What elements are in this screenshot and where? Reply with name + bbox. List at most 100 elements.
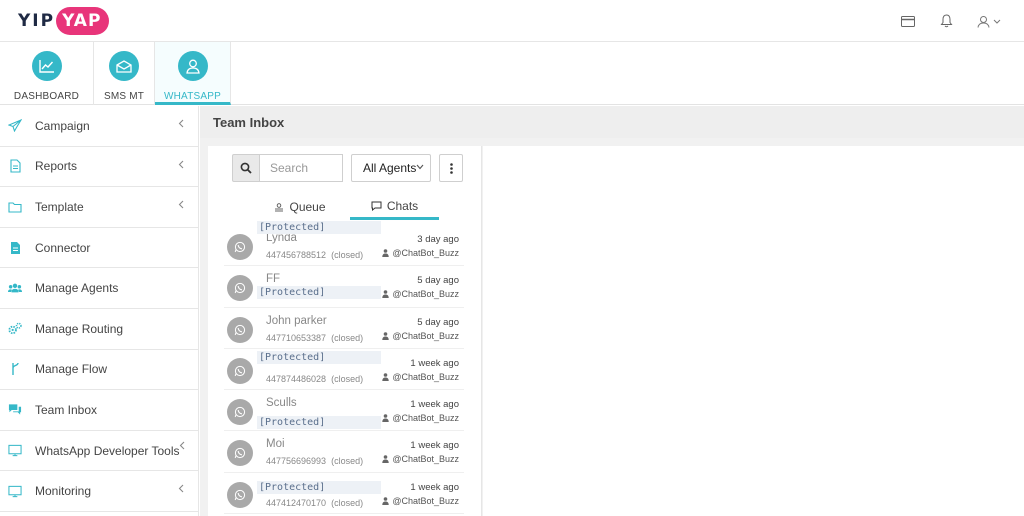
subtab-label: Chats [386,198,419,213]
inbox-panel: All Agents Queue Chats Lynda 44745678851… [208,146,482,516]
chat-time: 3 day ago [417,234,459,245]
chat-list: Lynda 447456788512 (closed) 3 day ago @C… [224,225,464,515]
chat-time: 5 day ago [417,316,459,328]
search-icon [240,162,252,174]
redacted-overlay: [Protected] [257,286,381,299]
whatsapp-icon [227,357,253,384]
module-tabs: DASHBOARD SMS MT WHATSAPP [0,42,1024,105]
user-icon [382,290,390,299]
agent-filter-value: All Agents [363,161,417,175]
sidebar-item-manage-routing[interactable]: Manage Routing [0,309,198,350]
chat-list-item[interactable]: John parker 447710653387 (closed) 5 day … [224,308,464,349]
tab-label: WHATSAPP [164,91,221,102]
search-button[interactable] [232,154,260,182]
sidebar-item-monitoring[interactable]: Monitoring [0,471,198,512]
page-header: Team Inbox [200,106,1024,138]
sidebar-item-connector[interactable]: Connector [0,228,198,269]
whatsapp-icon [227,481,253,508]
agent-filter-select[interactable]: All Agents [351,154,431,182]
sidebar-item-label: Manage Routing [35,321,124,336]
sidebar-item-team-inbox[interactable]: Team Inbox [0,390,198,431]
user-menu-button[interactable] [974,11,1004,31]
whatsapp-icon [227,399,253,426]
subtab-queue[interactable]: Queue [260,194,340,220]
search-input[interactable] [259,154,343,182]
user-icon [382,249,390,257]
folder-icon [8,200,22,214]
sidebar-item-label: Manage Agents [35,281,119,296]
chat-contact-name: Sculls [266,397,297,410]
file-icon [8,159,22,173]
queue-icon [275,202,284,211]
tab-label: SMS MT [103,91,145,102]
sidebar-item-label: Monitoring [35,484,92,499]
chat-phone: 447756696993 (closed) [266,456,364,467]
conversation-panel [483,146,1024,516]
logo-text-part1: YIP [18,11,56,31]
sidebar-item-manage-flow[interactable]: Manage Flow [0,350,198,391]
chat-time: 1 week ago [410,440,459,452]
flow-icon [8,362,22,376]
sidebar-nav: Campaign Reports Template Connector Mana… [0,106,199,516]
subtab-label: Queue [289,200,326,214]
comments-icon [8,403,22,417]
bell-icon[interactable] [936,11,956,31]
more-vertical-icon [449,162,453,174]
chat-time: 5 day ago [417,275,459,287]
chart-line-icon [31,51,62,81]
paper-plane-icon [8,119,22,133]
sidebar-item-campaign[interactable]: Campaign [0,106,198,147]
tab-sms-mt[interactable]: SMS MT [94,42,155,105]
page-title: Team Inbox [213,115,285,130]
user-icon [977,15,990,28]
users-icon [8,281,22,295]
chat-phone: 447412470170 (closed) [266,497,364,508]
sidebar-item-label: Template [35,199,84,214]
chevron-left-icon [178,200,184,209]
chat-phone: 447710653387 (closed) [266,332,364,343]
chat-bot-handle: @ChatBot_Buzz [382,331,459,341]
tab-dashboard[interactable]: DASHBOARD [0,42,94,105]
chat-bot-handle: @ChatBot_Buzz [382,496,459,506]
sidebar-item-label: Connector [35,240,91,255]
chat-contact-name: John parker [266,314,327,327]
chat-bot-handle: @ChatBot_Buzz [382,289,459,299]
chat-contact-name: Moi [266,438,285,451]
envelope-icon [109,51,139,81]
sidebar-item-label: Reports [35,159,78,174]
gears-icon [8,322,22,336]
more-options-button[interactable] [439,154,463,182]
whatsapp-icon [227,316,253,343]
user-icon [382,331,390,340]
sidebar-item-manage-agents[interactable]: Manage Agents [0,268,198,309]
subtab-chats[interactable]: Chats [350,194,439,220]
logo-text-part2: YAP [56,7,110,35]
sidebar-item-whatsapp-developer-tools[interactable]: WhatsApp Developer Tools [0,431,198,472]
chat-time: 1 week ago [410,399,459,411]
chevron-left-icon [178,484,184,493]
user-icon [382,496,390,505]
chat-phone: 447874486028 (closed) [266,373,364,384]
whatsapp-icon [227,440,253,467]
chevron-down-icon [416,164,424,170]
monitor-icon [8,444,22,458]
sidebar-item-template[interactable]: Template [0,187,198,228]
chat-bot-handle: @ChatBot_Buzz [382,454,459,464]
redacted-overlay: [Protected] [257,351,381,364]
chat-time: 1 week ago [410,481,459,493]
monitor-icon [8,484,22,498]
redacted-overlay: [Protected] [257,221,381,234]
chat-contact-name: FF [266,273,281,286]
yipyap-logo[interactable]: YIP YAP [18,7,110,35]
chat-list-item[interactable]: Moi 447756696993 (closed) 1 week ago @Ch… [224,431,464,473]
sidebar-item-reports[interactable]: Reports [0,147,198,188]
chat-bot-handle: @ChatBot_Buzz [382,248,459,258]
whatsapp-icon [227,234,253,260]
chevron-left-icon [178,119,184,128]
user-icon [177,51,208,81]
chat-bot-handle: @ChatBot_Buzz [382,413,459,423]
card-icon[interactable] [898,11,918,31]
whatsapp-icon [227,275,253,302]
tab-label: DASHBOARD [13,91,80,102]
tab-whatsapp[interactable]: WHATSAPP [155,42,231,105]
